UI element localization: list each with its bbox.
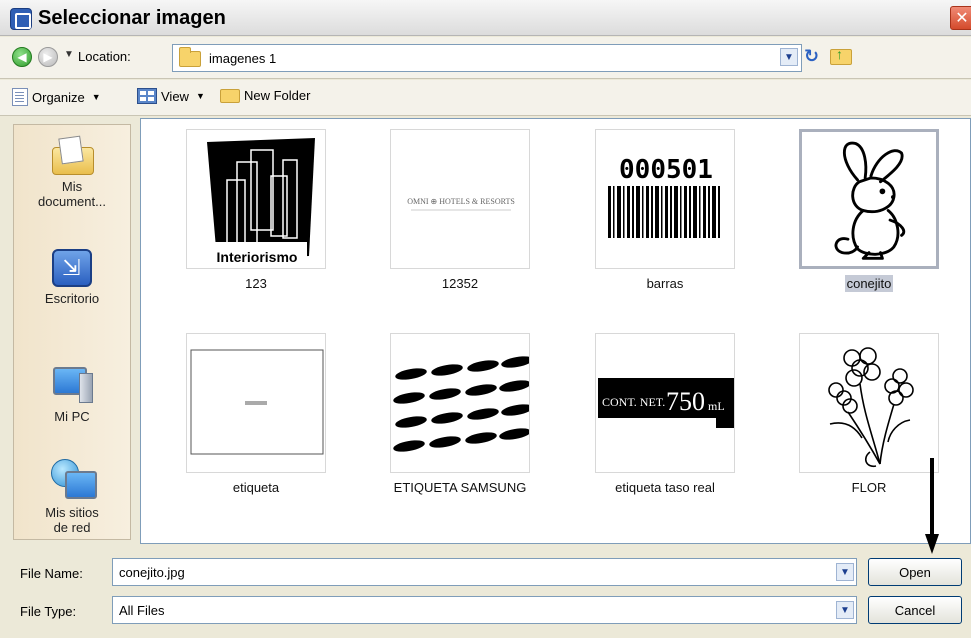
file-thumbnail: CONT. NET. 750 mL xyxy=(595,333,735,473)
thumb-text: Interiorismo xyxy=(217,249,298,265)
file-name: ETIQUETA SAMSUNG xyxy=(393,480,527,495)
thumb-text: 000501 xyxy=(619,155,713,185)
place-label: Escritorio xyxy=(44,291,100,306)
file-thumbnail: 000501 xyxy=(595,129,735,269)
location-label: Location: xyxy=(78,49,131,64)
place-desktop[interactable]: Escritorio xyxy=(14,249,130,306)
file-type-value: All Files xyxy=(119,603,165,618)
file-thumbnail: Interiorismo xyxy=(186,129,326,269)
file-name: barras xyxy=(646,276,684,291)
chevron-down-icon[interactable]: ▼ xyxy=(836,563,854,581)
flower-thumbnail-image xyxy=(828,347,914,468)
file-selection-area: File Name: conejito.jpg ▼ Open File Type… xyxy=(0,546,971,638)
file-item-123[interactable]: Interiorismo 123 xyxy=(171,129,341,292)
close-icon: ✕ xyxy=(955,10,969,27)
file-open-dialog: Seleccionar imagen ✕ ◀ ▶ ▼ Location: ima… xyxy=(0,0,971,638)
file-type-label: File Type: xyxy=(20,604,77,619)
place-label: Mi PC xyxy=(54,409,90,424)
app-icon xyxy=(10,8,32,30)
file-list[interactable]: Interiorismo 123 OMNI ⊕ HOTELS & RESORTS… xyxy=(140,118,971,544)
forward-arrow-icon: ▶ xyxy=(43,50,53,64)
net-content-thumbnail-image: CONT. NET. 750 mL xyxy=(598,378,734,428)
up-folder-icon[interactable] xyxy=(830,46,852,65)
file-item-barras[interactable]: 000501 barras xyxy=(580,129,750,292)
location-combobox[interactable]: imagenes 1 xyxy=(172,44,802,72)
network-places-icon xyxy=(49,459,97,501)
thumb-text: OMNI ⊕ HOTELS & RESORTS xyxy=(407,197,515,206)
back-arrow-icon: ◀ xyxy=(17,50,27,64)
file-thumbnail xyxy=(186,333,326,473)
file-thumbnail: OMNI ⊕ HOTELS & RESORTS xyxy=(390,129,530,269)
organize-menu[interactable]: Organize ▼ xyxy=(12,88,101,106)
file-name: etiqueta taso real xyxy=(615,480,715,495)
place-network[interactable]: Mis sitios de red xyxy=(14,459,130,535)
file-item-etiqueta[interactable]: etiqueta xyxy=(171,333,341,496)
new-folder-button[interactable]: New Folder xyxy=(220,88,310,103)
place-label: Mis xyxy=(61,179,83,194)
my-computer-icon xyxy=(49,363,95,405)
place-my-computer[interactable]: Mi PC xyxy=(14,363,130,424)
file-thumbnail xyxy=(390,333,530,473)
open-button[interactable]: Open xyxy=(868,558,962,586)
interiorismo-thumbnail-image: Interiorismo xyxy=(207,138,315,268)
samsung-pattern-thumbnail-image xyxy=(393,356,529,452)
place-label: Mis sitios xyxy=(45,505,99,520)
new-folder-icon xyxy=(220,88,240,103)
desktop-icon xyxy=(52,249,92,287)
rabbit-thumbnail-image xyxy=(834,141,906,260)
new-folder-label: New Folder xyxy=(244,88,311,103)
refresh-icon[interactable]: ↻ xyxy=(804,46,819,67)
thumb-text: mL xyxy=(708,399,725,413)
file-thumbnail xyxy=(799,129,939,269)
place-label: document... xyxy=(38,194,106,209)
label-thumbnail-image xyxy=(190,349,324,455)
thumb-text: 750 xyxy=(666,387,705,416)
location-value: imagenes 1 xyxy=(209,51,277,66)
file-thumbnail xyxy=(799,333,939,473)
view-menu[interactable]: View ▼ xyxy=(137,88,205,104)
folder-icon xyxy=(179,47,201,67)
file-name: 12352 xyxy=(441,276,479,291)
chevron-down-icon: ▼ xyxy=(195,91,205,101)
file-item-12352[interactable]: OMNI ⊕ HOTELS & RESORTS 12352 xyxy=(375,129,545,292)
chevron-down-icon: ▼ xyxy=(91,92,101,102)
organize-label: Organize xyxy=(32,89,85,105)
file-name: 123 xyxy=(245,276,267,291)
location-dropdown-button[interactable]: ▼ xyxy=(780,48,798,66)
file-name: etiqueta xyxy=(232,480,280,495)
my-documents-icon xyxy=(50,137,94,175)
file-type-select[interactable]: All Files ▼ xyxy=(112,596,857,624)
view-icon xyxy=(137,88,157,104)
title-bar[interactable]: Seleccionar imagen ✕ xyxy=(0,0,971,36)
file-name: FLOR xyxy=(851,480,887,495)
place-my-documents[interactable]: Mis document... xyxy=(14,137,130,209)
file-name-label: File Name: xyxy=(20,566,83,581)
window-title: Seleccionar imagen xyxy=(38,7,226,29)
thumb-text: CONT. NET. xyxy=(602,395,665,409)
file-name-input[interactable]: conejito.jpg ▼ xyxy=(112,558,857,586)
file-item-etiqueta-taso-real[interactable]: CONT. NET. 750 mL etiqueta taso real xyxy=(580,333,750,496)
toolbar: Organize ▼ View ▼ New Folder xyxy=(0,80,971,116)
forward-button[interactable]: ▶ xyxy=(38,47,58,67)
file-name: conejito xyxy=(844,275,894,292)
file-name-value: conejito.jpg xyxy=(119,565,185,580)
chevron-down-icon[interactable]: ▼ xyxy=(836,601,854,619)
places-bar: Mis document... Escritorio Mi PC Mis sit… xyxy=(13,124,131,540)
annotation-arrow-icon xyxy=(925,458,939,554)
organize-icon xyxy=(12,88,28,106)
cancel-button[interactable]: Cancel xyxy=(868,596,962,624)
history-dropdown-icon[interactable]: ▼ xyxy=(64,49,74,60)
view-label: View xyxy=(161,88,189,104)
file-item-conejito[interactable]: conejito xyxy=(784,129,954,292)
omni-logo-thumbnail-image: OMNI ⊕ HOTELS & RESORTS xyxy=(407,197,515,211)
barcode-thumbnail-image: 000501 xyxy=(608,155,720,238)
place-label: de red xyxy=(53,520,91,535)
location-bar: ◀ ▶ ▼ Location: imagenes 1 ▼ ↻ xyxy=(0,37,971,79)
close-button[interactable]: ✕ xyxy=(950,6,971,30)
file-item-etiqueta-samsung[interactable]: ETIQUETA SAMSUNG xyxy=(375,333,545,496)
back-button[interactable]: ◀ xyxy=(12,47,32,67)
